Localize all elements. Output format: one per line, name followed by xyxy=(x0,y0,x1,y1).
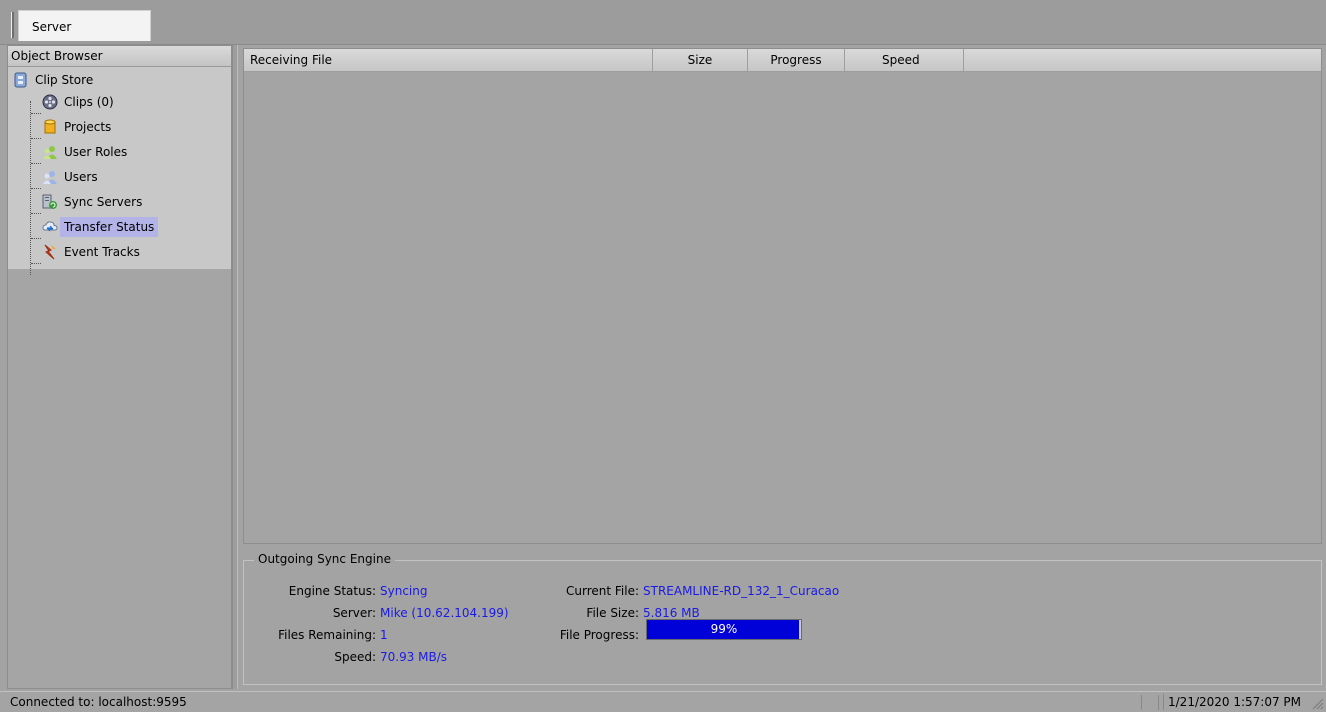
tree-item-users[interactable]: Users xyxy=(42,166,98,188)
tree-connector xyxy=(31,188,41,189)
current-file-label: Current File: xyxy=(565,584,639,598)
film-reel-icon xyxy=(42,94,58,110)
group-title: Outgoing Sync Engine xyxy=(254,552,395,566)
tab-bar: Server xyxy=(0,0,1326,45)
engine-status-value: Syncing xyxy=(380,584,428,598)
tree-item-label: Clip Store xyxy=(35,73,94,87)
tree-item-label: Event Tracks xyxy=(64,245,140,259)
engine-status-label: Engine Status: xyxy=(288,584,376,598)
transfer-status-icon xyxy=(42,219,58,235)
current-file-value: STREAMLINE-RD_132_1_Curacao xyxy=(643,584,840,598)
object-browser-panel: Object Browser Clip Store Clips (0) Proj… xyxy=(7,45,232,689)
speed-row: Speed: 70.93 MB/s xyxy=(253,650,447,664)
receiving-files-table: Receiving File Size Progress Speed xyxy=(243,48,1322,544)
file-progress-bar: 99% xyxy=(646,619,802,640)
column-header-speed[interactable]: Speed xyxy=(845,49,964,71)
file-size-label: File Size: xyxy=(586,606,639,620)
outgoing-sync-engine-group: Outgoing Sync Engine Engine Status: Synci… xyxy=(243,552,1322,685)
column-header-receiving-file[interactable]: Receiving File xyxy=(244,49,653,71)
event-tracks-icon xyxy=(42,244,58,260)
tree-item-label: User Roles xyxy=(64,145,128,159)
server-label: Server: xyxy=(332,606,376,620)
tree-item-clip-store[interactable]: Clip Store xyxy=(13,69,93,91)
tree-connector xyxy=(31,113,41,114)
speed-value: 70.93 MB/s xyxy=(380,650,448,664)
database-icon xyxy=(42,119,58,135)
current-file-row: Current File: STREAMLINE-RD_132_1_Curacao xyxy=(516,584,839,598)
tree-connector xyxy=(31,238,41,239)
file-size-value: 5.816 MB xyxy=(643,606,700,620)
files-remaining-label: Files Remaining: xyxy=(278,628,376,642)
file-progress-label: File Progress: xyxy=(559,628,639,642)
files-remaining-value: 1 xyxy=(380,628,388,642)
files-remaining-row: Files Remaining: 1 xyxy=(253,628,388,642)
status-separator xyxy=(1141,695,1159,710)
user-roles-icon xyxy=(42,144,58,160)
tree-item-label: Transfer Status xyxy=(60,217,159,237)
column-header-size[interactable]: Size xyxy=(653,49,748,71)
tree-connector xyxy=(31,138,41,139)
server-value: Mike (10.62.104.199) xyxy=(380,606,509,620)
users-icon xyxy=(42,169,58,185)
tree-item-transfer-status[interactable]: Transfer Status xyxy=(42,216,159,238)
sync-servers-icon xyxy=(42,194,58,210)
tab-bar-grip[interactable] xyxy=(11,12,14,38)
column-header-filler xyxy=(964,49,1321,71)
tree-item-label: Projects xyxy=(64,120,112,134)
status-datetime: 1/21/2020 1:57:07 PM xyxy=(1163,694,1305,710)
object-tree: Clip Store Clips (0) Projects User Roles xyxy=(8,67,231,275)
connection-status: Connected to: localhost:9595 xyxy=(10,695,187,709)
object-browser-header: Object Browser xyxy=(8,46,231,67)
main-panel: Receiving File Size Progress Speed Outgo… xyxy=(239,45,1326,689)
panel-splitter[interactable] xyxy=(232,45,238,689)
resize-grip-icon[interactable] xyxy=(1310,696,1324,710)
tree-connector xyxy=(31,163,41,164)
tree-item-label: Sync Servers xyxy=(64,195,143,209)
tree-connector xyxy=(31,213,41,214)
tab-server[interactable]: Server xyxy=(18,10,151,41)
file-progress-row: File Progress: xyxy=(516,628,639,642)
speed-label: Speed: xyxy=(334,650,376,664)
table-header: Receiving File Size Progress Speed xyxy=(244,49,1321,72)
tree-item-event-tracks[interactable]: Event Tracks xyxy=(42,241,140,263)
tree-item-label: Users xyxy=(64,170,98,184)
engine-status-row: Engine Status: Syncing xyxy=(253,584,428,598)
tree-item-clips[interactable]: Clips (0) xyxy=(42,91,114,113)
clip-store-icon xyxy=(13,72,29,88)
status-bar: Connected to: localhost:9595 1/21/2020 1… xyxy=(0,691,1326,712)
server-row: Server: Mike (10.62.104.199) xyxy=(253,606,509,620)
tree-item-user-roles[interactable]: User Roles xyxy=(42,141,127,163)
tree-item-projects[interactable]: Projects xyxy=(42,116,111,138)
tree-item-label: Clips (0) xyxy=(64,95,114,109)
tree-item-sync-servers[interactable]: Sync Servers xyxy=(42,191,142,213)
tree-connector xyxy=(31,263,41,264)
file-progress-text: 99% xyxy=(710,622,738,636)
file-size-row: File Size: 5.816 MB xyxy=(516,606,700,620)
column-header-progress[interactable]: Progress xyxy=(748,49,845,71)
